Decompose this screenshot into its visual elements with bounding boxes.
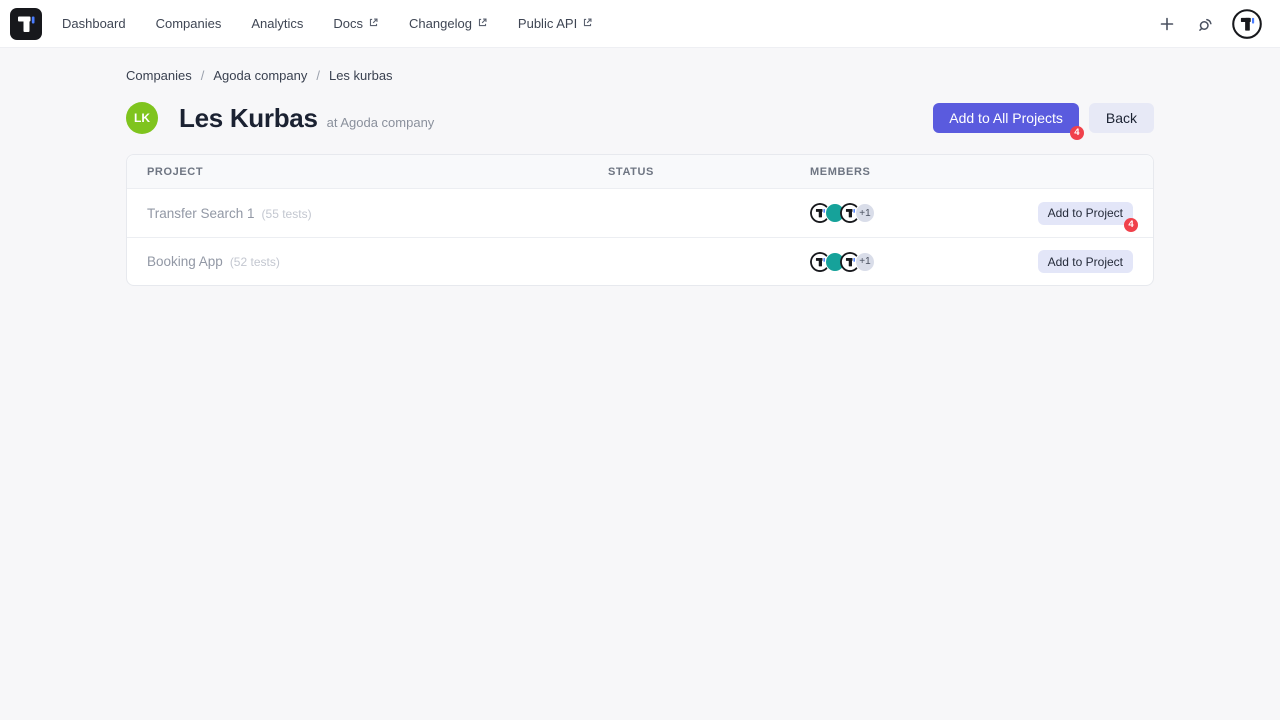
- add-to-project-label: Add to Project: [1048, 255, 1123, 269]
- nav-item-label: Changelog: [409, 0, 472, 48]
- breadcrumb: Companies / Agoda company / Les kurbas: [126, 68, 1154, 83]
- back-button[interactable]: Back: [1089, 103, 1154, 133]
- brand-logo-icon[interactable]: [10, 8, 42, 40]
- external-link-icon: [368, 17, 379, 28]
- nav-item-label: Public API: [518, 0, 577, 48]
- notification-badge: 4: [1070, 126, 1084, 140]
- nav-item-changelog[interactable]: Changelog: [409, 0, 488, 48]
- nav-item-dashboard[interactable]: Dashboard: [62, 0, 126, 48]
- nav-item-label: Docs: [333, 0, 363, 48]
- external-link-icon: [477, 17, 488, 28]
- members-more-badge: +1: [855, 203, 875, 223]
- breadcrumb-companies[interactable]: Companies: [126, 68, 192, 83]
- notification-badge: 4: [1124, 218, 1138, 232]
- column-header-status: STATUS: [608, 166, 810, 178]
- projects-table: PROJECT STATUS MEMBERS Transfer Search 1…: [126, 154, 1154, 286]
- action-cell: Add to Project: [1038, 250, 1133, 273]
- page-header: LK Les Kurbas at Agoda company Add to Al…: [126, 102, 1154, 134]
- add-to-all-projects-button[interactable]: Add to All Projects 4: [933, 103, 1079, 133]
- project-name: Booking App: [147, 254, 223, 269]
- project-cell: Booking App (52 tests): [147, 254, 608, 269]
- members-cell: +1: [810, 252, 1038, 272]
- breadcrumb-separator: /: [201, 68, 205, 83]
- project-tests-count: (52 tests): [230, 255, 280, 269]
- add-to-project-button[interactable]: Add to Project: [1038, 250, 1133, 273]
- column-header-project: PROJECT: [147, 166, 608, 178]
- nav-item-companies[interactable]: Companies: [156, 0, 222, 48]
- add-to-project-label: Add to Project: [1048, 206, 1123, 220]
- top-nav: Dashboard Companies Analytics Docs Chang…: [0, 0, 1280, 48]
- main-content: Companies / Agoda company / Les kurbas L…: [126, 48, 1154, 286]
- nav-item-analytics[interactable]: Analytics: [251, 0, 303, 48]
- column-header-members: MEMBERS: [810, 166, 1133, 178]
- members-more-badge: +1: [855, 252, 875, 272]
- user-avatar-icon[interactable]: [1232, 9, 1262, 39]
- project-cell: Transfer Search 1 (55 tests): [147, 206, 608, 221]
- project-tests-count: (55 tests): [262, 207, 312, 221]
- nav-item-label: Analytics: [251, 0, 303, 48]
- page-subtitle: at Agoda company: [327, 115, 435, 130]
- title-wrap: Les Kurbas at Agoda company: [179, 103, 434, 134]
- breadcrumb-current: Les kurbas: [329, 68, 393, 83]
- breadcrumb-separator: /: [316, 68, 320, 83]
- add-to-project-button[interactable]: Add to Project 4: [1038, 202, 1133, 225]
- header-actions: Add to All Projects 4 Back: [933, 103, 1154, 133]
- project-name: Transfer Search 1: [147, 206, 255, 221]
- external-link-icon: [582, 17, 593, 28]
- nav-item-label: Companies: [156, 0, 222, 48]
- action-cell: Add to Project 4: [1038, 202, 1133, 225]
- search-icon[interactable]: [1194, 13, 1216, 35]
- plus-icon[interactable]: [1156, 13, 1178, 35]
- page-title: Les Kurbas: [179, 103, 318, 134]
- nav-links: Dashboard Companies Analytics Docs Chang…: [62, 0, 593, 48]
- table-header-row: PROJECT STATUS MEMBERS: [127, 155, 1153, 189]
- nav-item-public-api[interactable]: Public API: [518, 0, 593, 48]
- table-row: Transfer Search 1 (55 tests) +: [127, 189, 1153, 237]
- nav-item-docs[interactable]: Docs: [333, 0, 379, 48]
- members-cell: +1: [810, 203, 1038, 223]
- add-to-all-projects-label: Add to All Projects: [949, 110, 1063, 126]
- nav-item-label: Dashboard: [62, 0, 126, 48]
- nav-right-actions: [1156, 9, 1268, 39]
- avatar: LK: [126, 102, 158, 134]
- breadcrumb-agoda-company[interactable]: Agoda company: [213, 68, 307, 83]
- table-row: Booking App (52 tests) +1: [127, 237, 1153, 285]
